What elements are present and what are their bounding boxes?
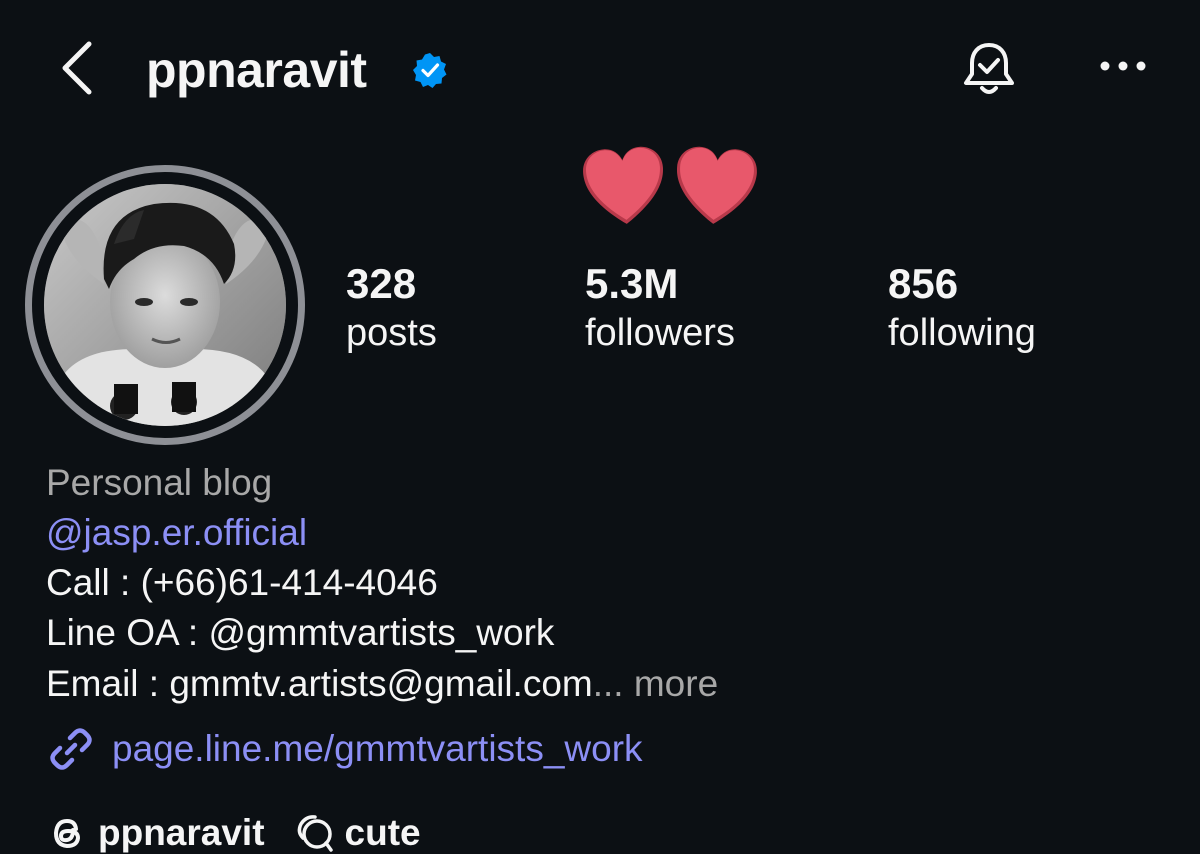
bio-more-button[interactable]: more [634,663,718,704]
threads-chip[interactable]: ppnaravit [46,812,265,854]
external-link-text: page.line.me/gmmtvartists_work [112,728,643,769]
profile-username: ppnaravit [146,42,367,98]
back-button[interactable] [55,38,103,98]
bio-mention-link[interactable]: @jasp.er.official [46,510,307,556]
chat-bubble-icon [297,815,333,852]
channel-name: cute [344,812,421,853]
following-label: following [888,312,1036,354]
two-hearts-icon [583,146,757,224]
bio-email-row: Email : gmmtv.artists@gmail.com... more [46,661,718,707]
posts-stat[interactable]: 328 posts [346,258,437,356]
threads-icon [53,818,81,849]
bio-line-oa: Line OA : @gmmtvartists_work [46,612,555,653]
notifications-button[interactable] [958,38,1020,100]
channel-chip[interactable]: cute [293,812,421,854]
verified-badge-icon [413,53,447,88]
bell-check-icon [964,43,1014,94]
followers-stat[interactable]: 5.3M followers [585,258,735,356]
profile-page: ppnaravit 328 posts 5.3M followers 856 f… [0,0,1200,854]
bio-phone: Call : (+66)61-414-4046 [46,562,438,603]
more-options-button[interactable] [1095,48,1151,84]
posts-label: posts [346,312,437,354]
followers-count: 5.3M [585,260,679,307]
bio-ellipsis: ... [592,663,624,704]
link-icon [50,728,92,770]
posts-count: 328 [346,260,417,307]
profile-note[interactable] [582,140,760,228]
threads-handle: ppnaravit [98,812,265,853]
profile-photo [44,184,286,426]
bio-email: Email : gmmtv.artists@gmail.com [46,663,593,704]
avatar[interactable] [44,184,286,426]
profile-category: Personal blog [46,462,273,503]
followers-label: followers [585,312,735,354]
following-count: 856 [888,260,959,307]
profile-chips: ppnaravit cute [46,808,449,854]
external-link[interactable]: page.line.me/gmmtvartists_work [46,724,643,774]
chevron-left-icon [62,41,92,95]
following-stat[interactable]: 856 following [888,258,1036,356]
more-horizontal-icon [1100,61,1146,71]
